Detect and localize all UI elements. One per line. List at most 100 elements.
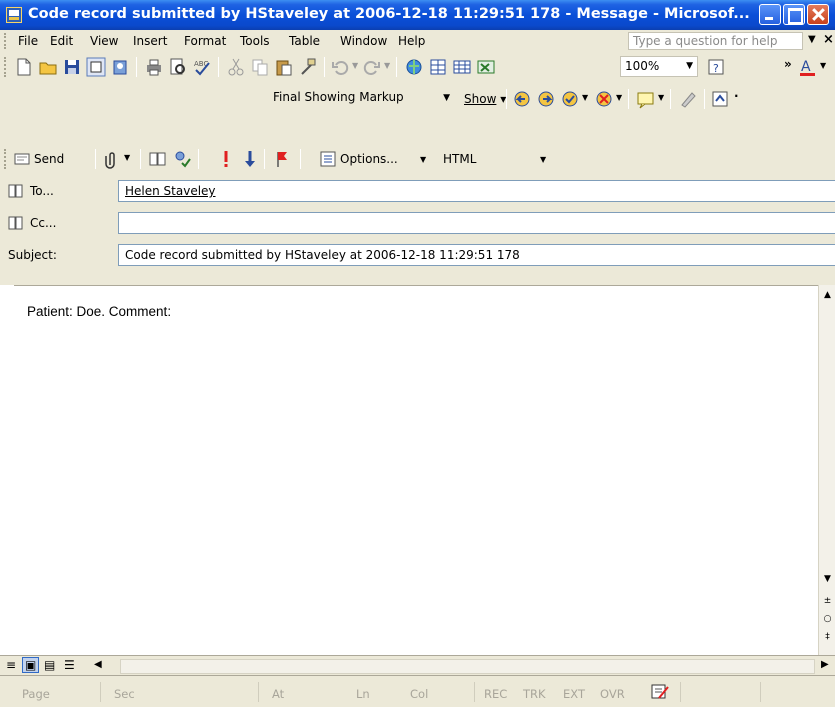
close-button[interactable] <box>807 4 829 25</box>
redo-icon[interactable] <box>362 57 382 77</box>
cc-address-book-icon[interactable] <box>8 216 24 230</box>
importance-high-icon[interactable] <box>216 149 236 169</box>
select-browse-object-icon[interactable]: ○ <box>820 611 835 627</box>
toolbar-grip[interactable] <box>4 57 7 77</box>
title-bar[interactable]: Code record submitted by HStaveley at 20… <box>0 0 835 30</box>
print-icon[interactable] <box>144 57 164 77</box>
address-book-icon[interactable] <box>110 57 130 77</box>
menu-tools[interactable]: Tools <box>240 34 270 48</box>
accept-change-icon[interactable] <box>560 89 580 109</box>
to-label[interactable]: To... <box>30 184 54 198</box>
new-document-icon[interactable] <box>14 57 34 77</box>
horizontal-scrollbar[interactable] <box>120 659 815 674</box>
scroll-down-icon[interactable]: ▼ <box>820 571 835 587</box>
tables-borders-icon[interactable] <box>428 57 448 77</box>
insert-excel-icon[interactable] <box>476 57 496 77</box>
vertical-scrollbar[interactable]: ▲ ▼ ± ○ ‡ <box>818 285 835 655</box>
zoom-select[interactable]: 100% ▼ <box>620 56 698 77</box>
menu-file[interactable]: File <box>18 34 38 48</box>
comment-dropdown-icon[interactable]: ▼ <box>658 93 664 102</box>
markup-view-select[interactable]: Final Showing Markup ▼ <box>268 88 453 109</box>
follow-up-flag-icon[interactable] <box>272 149 292 169</box>
font-color-dropdown-icon[interactable]: ▼ <box>820 61 826 70</box>
format-dropdown-icon[interactable]: ▼ <box>540 155 546 164</box>
scroll-up-icon[interactable]: ▲ <box>820 287 835 303</box>
cut-icon[interactable] <box>226 57 246 77</box>
check-names-icon[interactable] <box>172 149 192 169</box>
menu-table[interactable]: Table <box>289 34 320 48</box>
status-rec[interactable]: REC <box>484 687 507 701</box>
print-layout-view-icon[interactable]: ▤ <box>44 658 55 672</box>
cc-field[interactable] <box>118 212 835 234</box>
redo-dropdown-icon[interactable]: ▼ <box>384 61 390 70</box>
open-folder-icon[interactable] <box>38 57 58 77</box>
menu-grip[interactable] <box>4 33 7 49</box>
markup-dropdown-icon[interactable]: ▼ <box>443 93 450 103</box>
undo-dropdown-icon[interactable]: ▼ <box>352 61 358 70</box>
subject-field[interactable]: Code record submitted by HStaveley at 20… <box>118 244 835 266</box>
body-text[interactable]: Patient: Doe. Comment: <box>27 304 171 319</box>
word-app-icon[interactable] <box>6 7 22 23</box>
spelling-icon[interactable]: ABC <box>192 57 212 77</box>
previous-page-icon[interactable]: ± <box>820 593 835 609</box>
menu-help[interactable]: Help <box>398 34 425 48</box>
next-change-icon[interactable] <box>536 89 556 109</box>
new-comment-icon[interactable] <box>636 89 656 109</box>
message-body[interactable]: Patient: Doe. Comment: <box>14 285 818 655</box>
accept-dropdown-icon[interactable]: ▼ <box>582 93 588 102</box>
paste-icon[interactable] <box>274 57 294 77</box>
copy-icon[interactable] <box>250 57 270 77</box>
track-changes-icon[interactable] <box>678 89 698 109</box>
status-ext[interactable]: EXT <box>563 687 585 701</box>
save-icon[interactable] <box>62 57 82 77</box>
address-book-icon[interactable] <box>148 149 168 169</box>
format-painter-icon[interactable] <box>298 57 318 77</box>
reject-dropdown-icon[interactable]: ▼ <box>616 93 622 102</box>
options-button[interactable]: Options... ▼ <box>320 149 426 169</box>
message-format-select[interactable]: HTML ▼ <box>438 149 550 169</box>
menu-edit[interactable]: Edit <box>50 34 73 48</box>
attach-dropdown-icon[interactable]: ▼ <box>124 153 130 162</box>
status-ovr[interactable]: OVR <box>600 687 625 701</box>
to-field[interactable]: Helen Staveley <box>118 180 835 202</box>
reviewing-pane-icon[interactable] <box>710 89 730 109</box>
reject-change-icon[interactable] <box>594 89 614 109</box>
minimize-button[interactable] <box>759 4 781 25</box>
document-close-icon[interactable]: × <box>823 32 834 47</box>
status-at: At <box>272 687 285 701</box>
scroll-left-icon[interactable]: ◀ <box>94 659 102 670</box>
menu-insert[interactable]: Insert <box>133 34 167 48</box>
next-page-icon[interactable]: ‡ <box>820 629 835 645</box>
toolbar-overflow-icon[interactable]: » <box>784 57 792 71</box>
help-dropdown-icon[interactable]: ▼ <box>808 34 816 45</box>
show-menu-button[interactable]: Show ▾ <box>464 92 506 106</box>
normal-view-icon[interactable]: ≡ <box>6 658 16 672</box>
spelling-status-icon[interactable] <box>650 684 670 700</box>
menu-format[interactable]: Format <box>184 34 226 48</box>
status-trk[interactable]: TRK <box>523 687 546 701</box>
maximize-button[interactable] <box>783 4 805 25</box>
to-recipient[interactable]: Helen Staveley <box>125 184 216 198</box>
permission-icon[interactable] <box>86 57 106 77</box>
previous-change-icon[interactable] <box>512 89 532 109</box>
zoom-dropdown-icon[interactable]: ▼ <box>686 61 693 71</box>
hyperlink-icon[interactable] <box>404 57 424 77</box>
reviewing-toolbar-options-icon[interactable]: . <box>734 86 739 100</box>
cc-label[interactable]: Cc... <box>30 216 56 230</box>
web-layout-view-icon[interactable]: ▣ <box>22 657 40 673</box>
importance-low-icon[interactable] <box>240 149 260 169</box>
print-preview-icon[interactable] <box>168 57 188 77</box>
menu-window[interactable]: Window <box>340 34 387 48</box>
menu-view[interactable]: View <box>90 34 118 48</box>
undo-icon[interactable] <box>330 57 350 77</box>
help-icon[interactable]: ? <box>706 57 726 77</box>
outline-view-icon[interactable]: ☰ <box>64 658 75 672</box>
options-dropdown-icon[interactable]: ▼ <box>420 155 426 164</box>
toolbar-grip[interactable] <box>4 149 7 169</box>
insert-table-icon[interactable] <box>452 57 472 77</box>
to-address-book-icon[interactable] <box>8 184 24 198</box>
scroll-right-icon[interactable]: ▶ <box>821 659 829 670</box>
help-search-input[interactable]: Type a question for help <box>628 32 803 50</box>
attach-file-icon[interactable] <box>102 149 122 169</box>
font-color-icon[interactable]: A <box>798 57 818 77</box>
